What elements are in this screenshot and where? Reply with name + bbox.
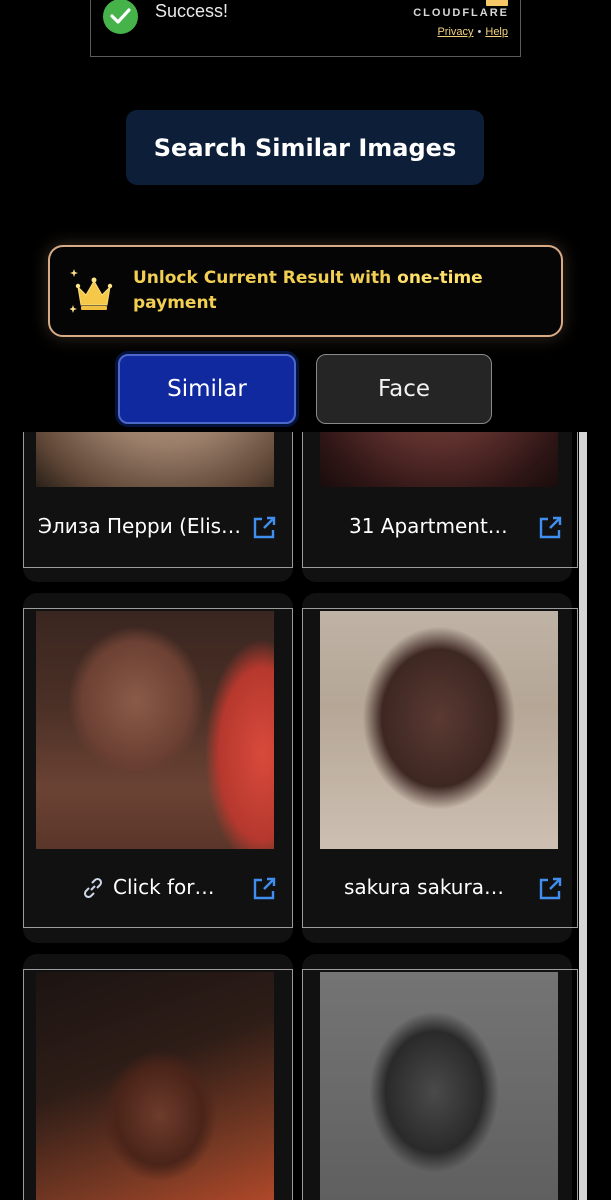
result-card[interactable]: Элиза Перри (Elis…: [23, 432, 293, 582]
crown-icon: [70, 269, 113, 313]
cloudflare-logo: CLOUDFLARE: [413, 7, 509, 19]
help-link[interactable]: Help: [485, 26, 508, 38]
external-link-icon[interactable]: [251, 515, 277, 541]
search-similar-images-button[interactable]: Search Similar Images: [126, 110, 484, 185]
cloudflare-widget: Success! CLOUDFLARE Privacy • Help: [90, 0, 521, 57]
results-grid: Элиза Перри (Elis… 31 Apartment… Click f…: [23, 432, 589, 1200]
cloudflare-logo-mark: [486, 0, 508, 6]
result-title[interactable]: 31 Apartment…: [349, 514, 508, 538]
link-icon: [83, 877, 103, 899]
result-title[interactable]: Click for…: [113, 875, 215, 899]
result-card[interactable]: [23, 954, 293, 1200]
result-image[interactable]: [36, 611, 274, 849]
unlock-text-prefix: Unlock Current Result with: [133, 268, 398, 288]
unlock-result-banner[interactable]: Unlock Current Result with one-time paym…: [48, 245, 563, 337]
result-image[interactable]: [320, 972, 558, 1200]
result-card[interactable]: [302, 954, 578, 1200]
result-card[interactable]: 31 Apartment…: [302, 432, 578, 582]
result-title[interactable]: Элиза Перри (Elis…: [38, 514, 241, 538]
unlock-text-highlight: one-time: [397, 268, 483, 288]
verification-status: Success!: [155, 1, 229, 21]
cloudflare-links: Privacy • Help: [437, 26, 508, 38]
external-link-icon[interactable]: [251, 876, 277, 902]
result-image[interactable]: [320, 611, 558, 849]
result-image[interactable]: [320, 432, 558, 487]
result-title[interactable]: sakura sakura…: [344, 875, 504, 899]
result-image[interactable]: [36, 972, 274, 1200]
results-scrollbar[interactable]: [579, 432, 587, 1200]
result-card[interactable]: Click for…: [23, 593, 293, 943]
external-link-icon[interactable]: [537, 876, 563, 902]
tab-face[interactable]: Face: [316, 354, 492, 424]
link-separator: •: [477, 26, 482, 38]
tab-similar[interactable]: Similar: [118, 354, 296, 424]
external-link-icon[interactable]: [537, 515, 563, 541]
result-image[interactable]: [36, 432, 274, 487]
result-card[interactable]: sakura sakura…: [302, 593, 578, 943]
unlock-text-suffix: payment: [133, 293, 217, 313]
privacy-link[interactable]: Privacy: [437, 26, 473, 38]
success-check-icon: [103, 0, 138, 34]
unlock-banner-text: Unlock Current Result with one-time paym…: [133, 266, 513, 316]
